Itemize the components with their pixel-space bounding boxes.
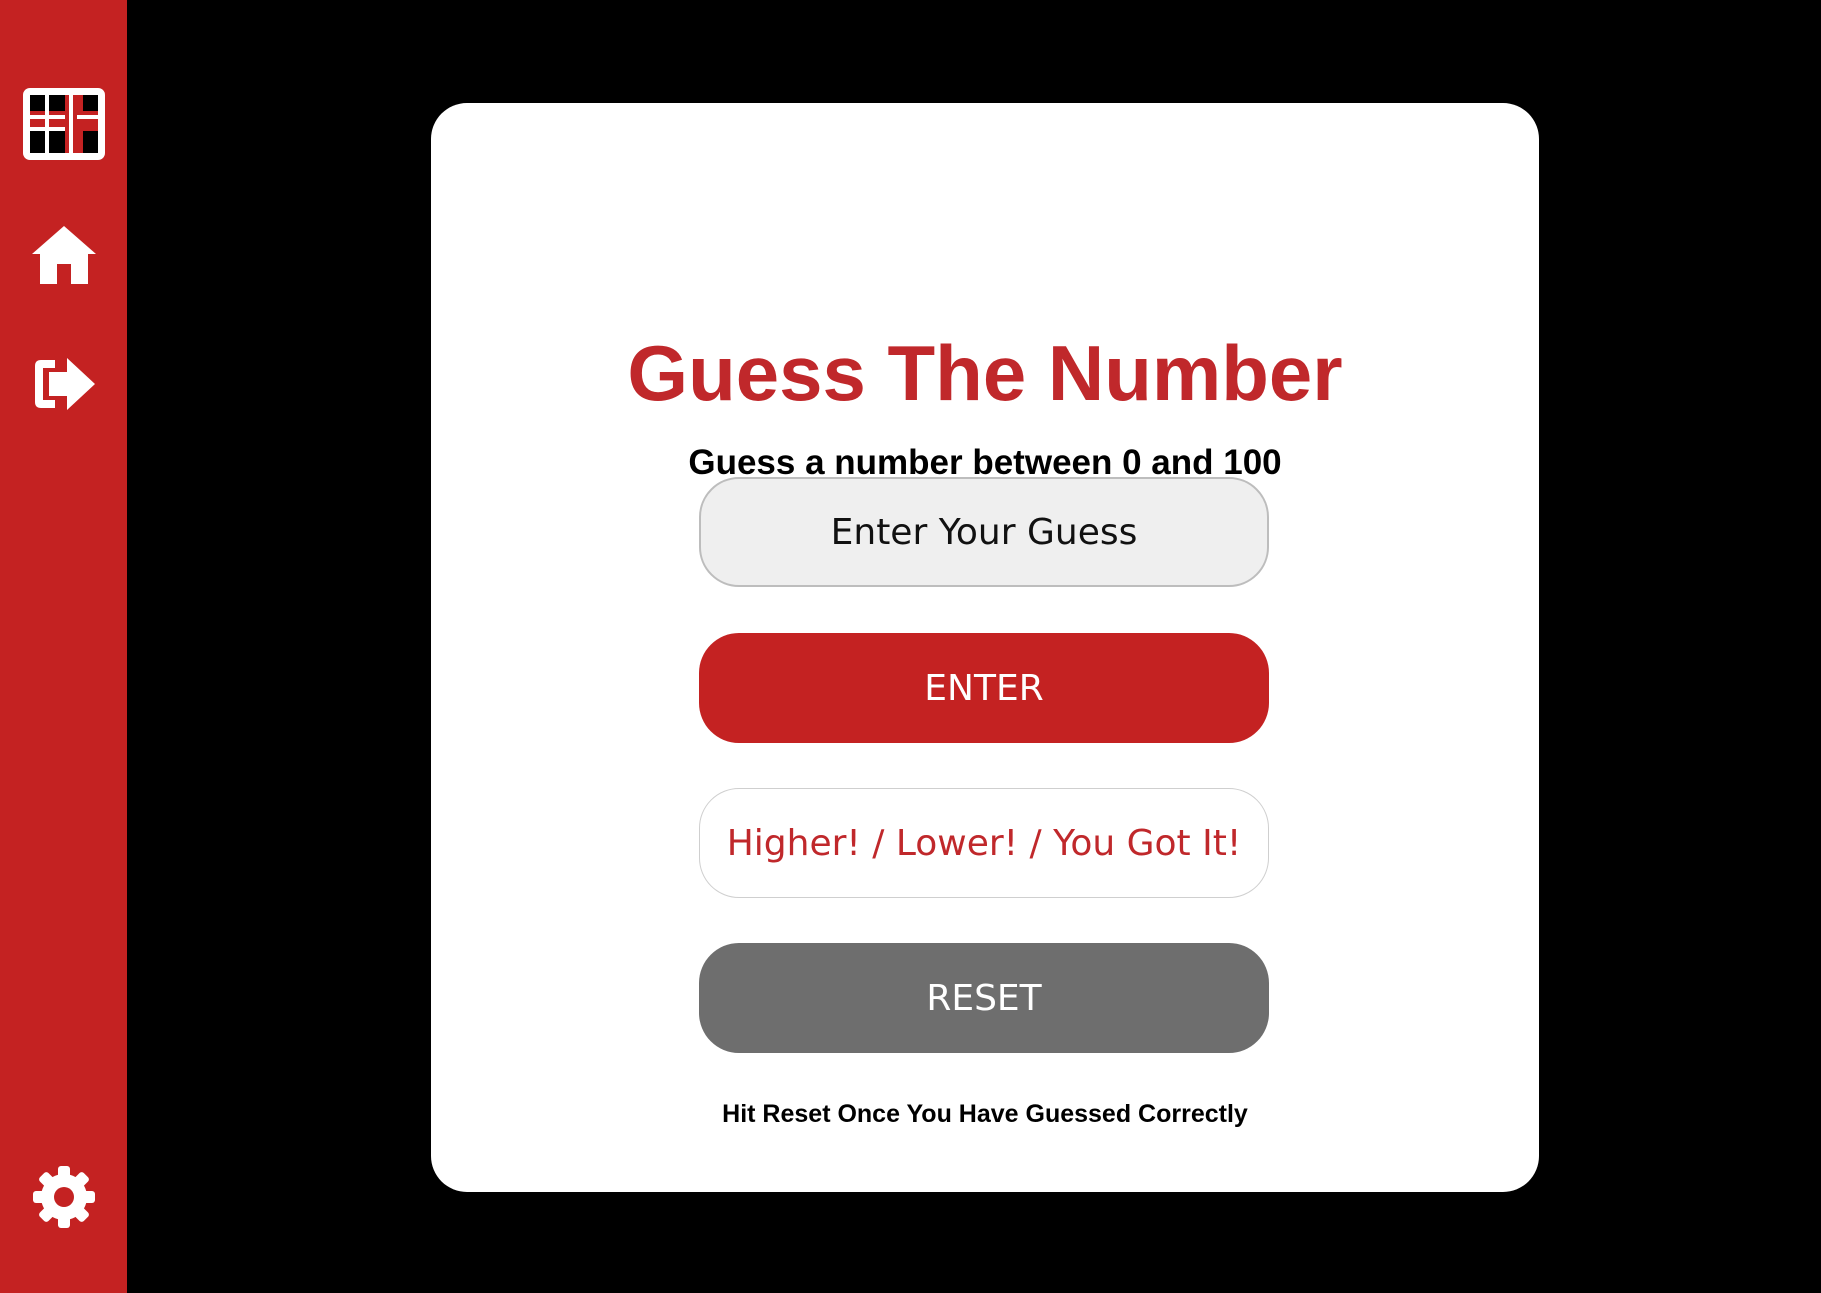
enter-button[interactable]: ENTER	[699, 633, 1269, 743]
reset-hint: Hit Reset Once You Have Guessed Correctl…	[722, 1100, 1248, 1128]
logout-icon[interactable]	[0, 354, 127, 414]
game-card: Guess The Number Guess a number between …	[431, 103, 1539, 1192]
sidebar	[0, 0, 127, 1293]
app-logo-icon[interactable]	[0, 86, 127, 162]
guess-input[interactable]	[699, 477, 1269, 587]
feedback-message: Higher! / Lower! / You Got It!	[699, 788, 1269, 898]
page-title: Guess The Number	[627, 329, 1343, 417]
reset-button[interactable]: RESET	[699, 943, 1269, 1053]
gear-icon[interactable]	[0, 1162, 127, 1232]
home-icon[interactable]	[0, 218, 127, 290]
